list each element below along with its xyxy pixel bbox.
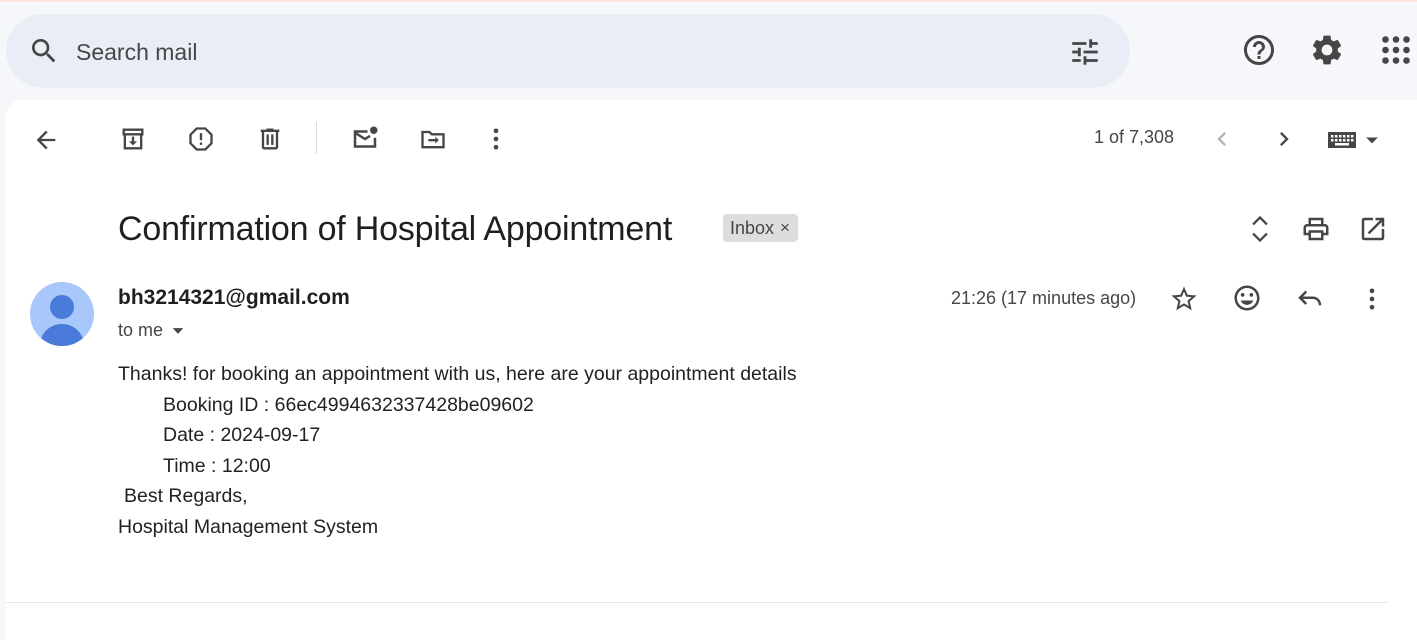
toolbar-divider [316, 122, 317, 154]
message-divider [6, 602, 1388, 603]
top-border [0, 0, 1417, 2]
more-vert-icon[interactable] [482, 125, 510, 153]
appointment-date: Date : 2024-09-17 [163, 424, 321, 446]
search-input[interactable] [74, 34, 778, 70]
sender-avatar[interactable] [30, 282, 94, 346]
tune-icon[interactable] [1068, 35, 1102, 69]
person-icon [40, 295, 84, 346]
remove-label-button[interactable]: × [780, 218, 790, 238]
booking-id: Booking ID : 66ec4994632337428be09602 [163, 393, 534, 416]
message-count: 1 of 7,308 [1094, 127, 1175, 147]
body-intro: Thanks! for booking an appointment with … [118, 363, 797, 385]
open-in-new-icon[interactable] [1358, 214, 1388, 244]
label-text: Inbox [730, 217, 775, 238]
recipient-dropdown-icon[interactable] [171, 324, 185, 338]
reply-icon[interactable] [1295, 284, 1325, 314]
chevron-right-icon[interactable] [1270, 125, 1298, 153]
message-card: 1 of 7,308 Confirmation of Hospital Appo… [6, 100, 1417, 640]
mark-unread-icon[interactable] [350, 124, 380, 154]
emoji-reaction-icon[interactable] [1232, 283, 1262, 313]
back-arrow-icon[interactable] [32, 126, 60, 154]
apps-icon[interactable] [1378, 32, 1414, 68]
email-body: Thanks! for booking an appointment with … [118, 359, 797, 542]
signature-line: Hospital Management System [118, 515, 379, 538]
message-more-icon[interactable] [1358, 284, 1386, 314]
recipient-line[interactable]: to me [118, 320, 185, 341]
print-icon[interactable] [1301, 214, 1331, 244]
keyboard-icon[interactable] [1327, 127, 1357, 153]
expand-all-icon[interactable] [1246, 214, 1274, 244]
search-bar[interactable] [6, 14, 1130, 88]
delete-icon[interactable] [256, 125, 284, 153]
settings-icon[interactable] [1309, 32, 1345, 68]
recipient-text: to me [118, 320, 164, 340]
email-subject: Confirmation of Hospital Appointment [118, 210, 673, 248]
report-spam-icon[interactable] [187, 125, 215, 153]
dropdown-icon[interactable] [1362, 130, 1382, 150]
appointment-time: Time : 12:00 [163, 454, 271, 477]
message-time: 21:26 (17 minutes ago) [951, 288, 1137, 308]
inbox-label-chip: Inbox × [723, 214, 798, 242]
search-icon[interactable] [28, 35, 60, 67]
star-icon[interactable] [1169, 284, 1199, 314]
help-icon[interactable] [1241, 32, 1277, 68]
move-to-icon[interactable] [419, 125, 447, 153]
regards-line: Best Regards, [124, 485, 248, 507]
archive-icon[interactable] [119, 125, 147, 153]
sender-email[interactable]: bh3214321@gmail.com [118, 286, 350, 310]
chevron-left-icon[interactable] [1208, 125, 1236, 153]
